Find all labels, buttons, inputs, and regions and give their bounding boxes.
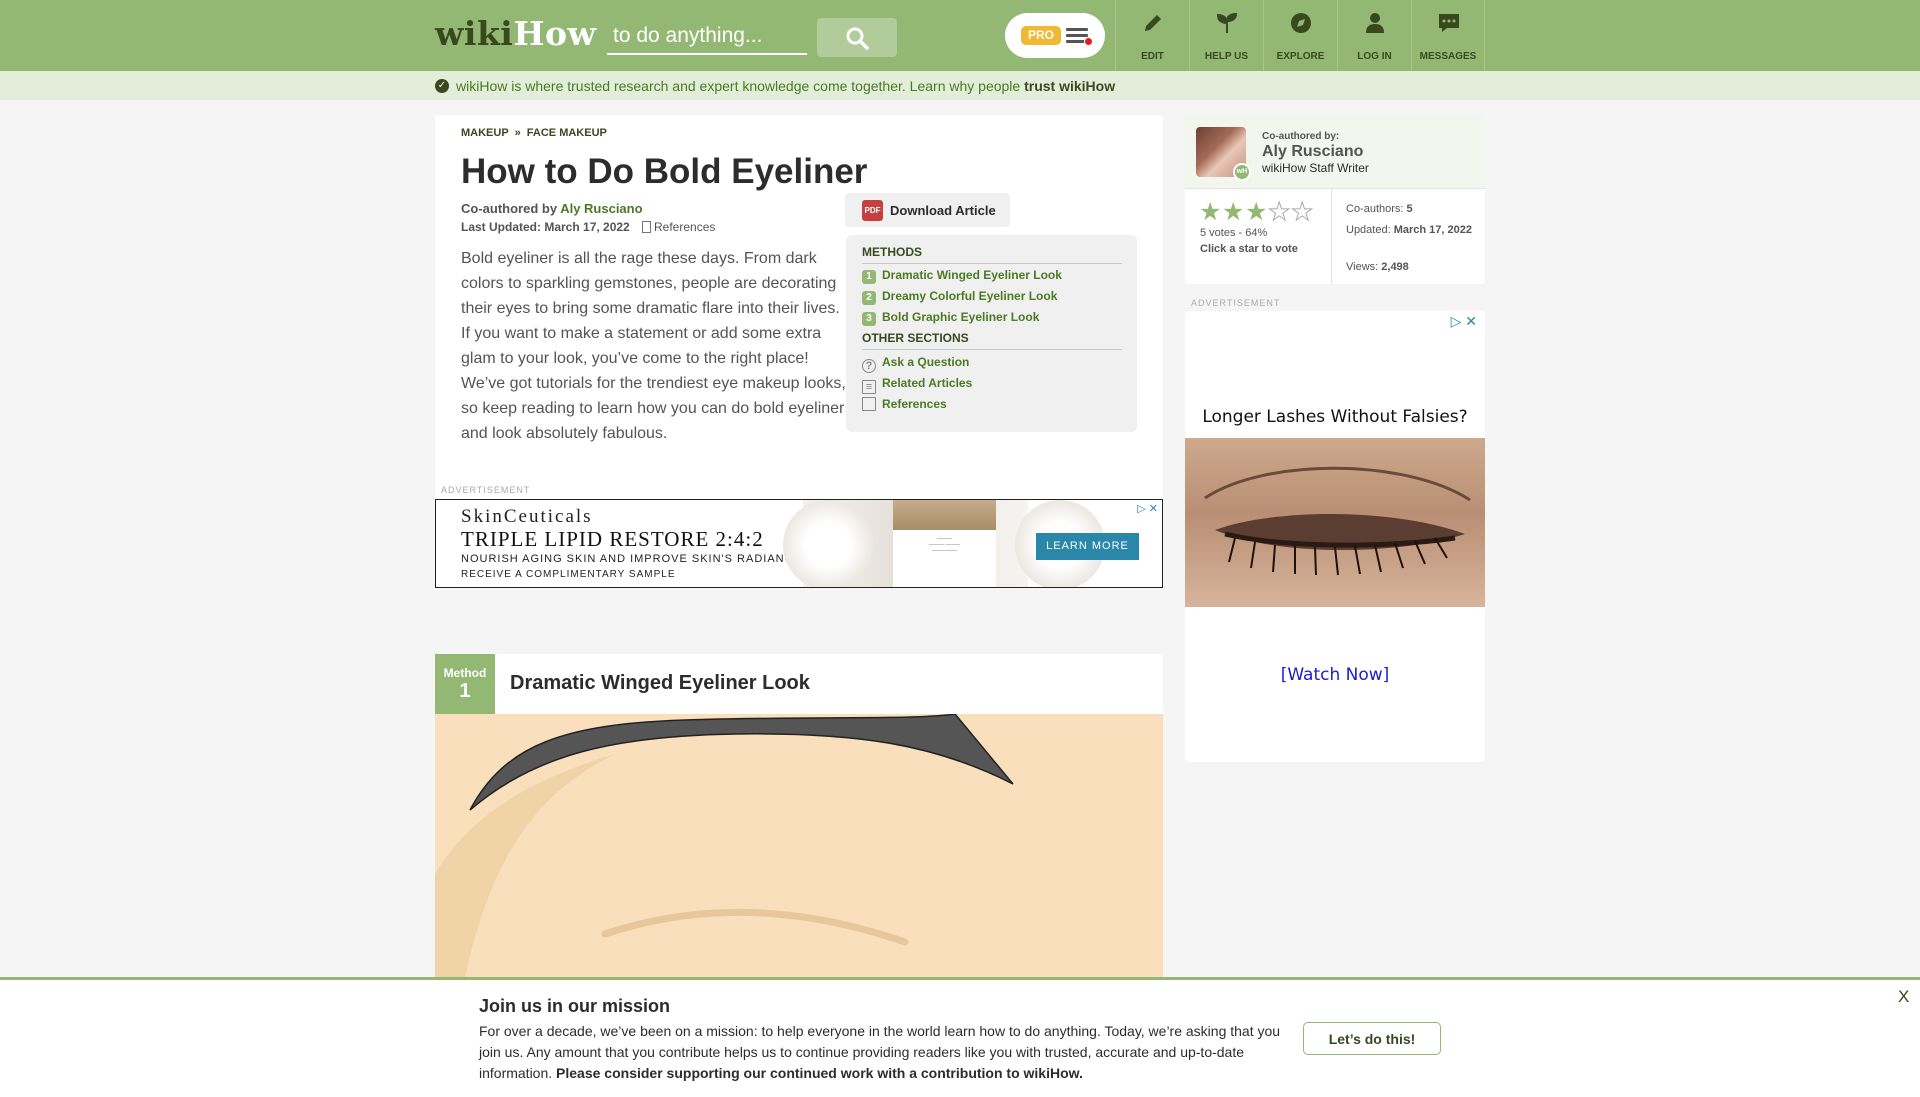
ad-subtitle: NOURISH AGING SKIN AND IMPROVE SKIN'S RA…: [461, 553, 802, 565]
nav-messages[interactable]: MESSAGES: [1411, 0, 1485, 71]
pencil-icon: [1145, 15, 1161, 31]
author-role: wikiHow Staff Writer: [1262, 161, 1369, 175]
nav-messages-label: MESSAGES: [1419, 51, 1477, 62]
toc-references[interactable]: References: [862, 397, 947, 411]
article-intro-text: Bold eyeliner is all the rage these days…: [461, 250, 846, 442]
toc-method-3[interactable]: 3 Bold Graphic Eyeliner Look: [862, 310, 1039, 326]
ad-choices-icon[interactable]: ▷ ✕: [1137, 502, 1158, 515]
method-1-header: Method 1 Dramatic Winged Eyeliner Look: [435, 654, 1163, 714]
trust-wikihow-link[interactable]: trust wikiHow: [1024, 78, 1115, 94]
breadcrumb-separator: »: [514, 127, 521, 139]
star-icon[interactable]: ★: [1222, 200, 1245, 225]
download-article-label: Download Article: [890, 203, 996, 218]
side-ad-eye-image: [1185, 438, 1485, 607]
toc-ask-question[interactable]: ? Ask a Question: [862, 355, 969, 373]
star-icon[interactable]: ★: [1268, 199, 1291, 225]
nav-log-in[interactable]: LOG IN: [1337, 0, 1411, 71]
author-link[interactable]: Aly Rusciano: [560, 201, 642, 216]
checkmark-icon: ✓: [435, 79, 449, 93]
ad-subtitle-2: RECEIVE A COMPLIMENTARY SAMPLE: [461, 569, 676, 580]
nav-edit-label: EDIT: [1141, 51, 1164, 62]
click-to-vote: Click a star to vote: [1200, 243, 1298, 255]
star-icon[interactable]: ★: [1199, 200, 1222, 225]
star-icon[interactable]: ★: [1245, 200, 1268, 225]
breadcrumb-face-makeup[interactable]: FACE MAKEUP: [527, 127, 607, 139]
notification-dot: [1084, 37, 1093, 46]
document-icon: [642, 221, 651, 233]
nav-help-us[interactable]: HELP US: [1189, 0, 1263, 71]
trust-bar: ✓ wikiHow is where trusted research and …: [0, 71, 1920, 100]
download-article-button[interactable]: PDF Download Article: [845, 193, 1010, 227]
donate-button[interactable]: Let’s do this!: [1303, 1022, 1441, 1055]
product-jar: ——— ——— ——— —————: [893, 500, 996, 587]
nav-log-in-label: LOG IN: [1357, 51, 1392, 62]
document-icon: ≡: [862, 380, 876, 394]
sprout-icon: [1216, 12, 1238, 33]
vote-count: 5 votes - 64%: [1200, 227, 1268, 239]
search-input[interactable]: [607, 19, 807, 55]
ad-brand: SkinCeuticals: [461, 506, 593, 527]
close-button[interactable]: X: [1898, 987, 1909, 1007]
table-of-contents: METHODS 1 Dramatic Winged Eyeliner Look 2…: [846, 235, 1137, 432]
learn-more-button[interactable]: LEARN MORE: [1036, 533, 1139, 560]
toc-methods-heading: METHODS: [862, 245, 1122, 264]
author-name[interactable]: Aly Rusciano: [1262, 143, 1363, 161]
question-icon: ?: [862, 359, 876, 373]
donation-banner: Join us in our mission For over a decade…: [0, 977, 1920, 1097]
banner-ad[interactable]: SkinCeuticals TRIPLE LIPID RESTORE 2:4:2…: [435, 499, 1163, 588]
page-title: How to Do Bold Eyeliner: [461, 152, 868, 191]
watch-now-link[interactable]: [Watch Now]: [1185, 665, 1485, 685]
top-header: wikiHow PRO EDIT HELP US EXPLORE LOG IN …: [0, 0, 1920, 71]
star-icon[interactable]: ★: [1291, 199, 1314, 225]
nav-explore[interactable]: EXPLORE: [1263, 0, 1337, 71]
pro-menu-button[interactable]: PRO: [1005, 13, 1105, 58]
toc-other-heading: OTHER SECTIONS: [862, 331, 1122, 350]
ad-product-image: ——— ——— ——— —————: [783, 500, 1105, 587]
chat-icon: [1439, 14, 1459, 32]
pro-badge: PRO: [1021, 26, 1061, 45]
toc-method-1[interactable]: 1 Dramatic Winged Eyeliner Look: [862, 268, 1062, 284]
ad-headline: TRIPLE LIPID RESTORE 2:4:2: [461, 527, 764, 551]
views-stat: Views: 2,498: [1346, 261, 1409, 273]
side-ad-title: Longer Lashes Without Falsies?: [1202, 407, 1468, 427]
updated-stat: Updated: March 17, 2022: [1346, 224, 1472, 236]
method-title: Dramatic Winged Eyeliner Look: [510, 672, 810, 694]
eyeliner-illustration: [435, 714, 1014, 978]
method-step-image: [435, 714, 1163, 978]
advertisement-label: ADVERTISEMENT: [1191, 298, 1281, 308]
donation-title: Join us in our mission: [479, 996, 671, 1016]
last-updated: Last Updated: March 17, 2022: [461, 220, 630, 234]
user-icon: [1366, 13, 1384, 33]
compass-icon: [1291, 13, 1311, 33]
search-icon: [846, 27, 869, 50]
coauthors-stat: Co-authors: 5: [1346, 203, 1413, 215]
wikihow-logo[interactable]: wikiHow: [435, 14, 596, 53]
ad-choices-icon[interactable]: ▷ ✕: [1451, 313, 1477, 330]
nav-help-us-label: HELP US: [1204, 51, 1249, 62]
wikihow-badge-icon: wH: [1233, 163, 1251, 181]
method-number-tag: Method 1: [435, 654, 495, 714]
nav-edit[interactable]: EDIT: [1115, 0, 1189, 71]
avatar[interactable]: wH: [1196, 127, 1251, 181]
coauthor-line: Co-authored by Aly Rusciano: [461, 201, 643, 216]
bookmark-icon: [862, 397, 876, 411]
breadcrumb-makeup[interactable]: MAKEUP: [461, 127, 509, 139]
coauthored-by-label: Co-authored by:: [1262, 131, 1340, 142]
advertisement-label: ADVERTISEMENT: [441, 485, 531, 495]
breadcrumb: MAKEUP » FACE MAKEUP: [461, 127, 607, 139]
sidebar-ad[interactable]: ▷ ✕ Longer Lashes Without Falsies? [Watc…: [1185, 311, 1485, 762]
nav-explore-label: EXPLORE: [1276, 51, 1325, 62]
author-card: wH Co-authored by: Aly Rusciano wikiHow …: [1185, 115, 1485, 284]
cream-swatch: [783, 500, 873, 587]
star-rating: ★ ★ ★ ★ ★: [1199, 199, 1314, 225]
toc-method-2[interactable]: 2 Dreamy Colorful Eyeliner Look: [862, 289, 1057, 305]
search-button[interactable]: [817, 18, 897, 57]
pdf-icon: PDF: [862, 200, 883, 221]
header-nav: EDIT HELP US EXPLORE LOG IN MESSAGES: [1115, 0, 1485, 71]
toc-related-articles[interactable]: ≡ Related Articles: [862, 376, 972, 394]
references-link[interactable]: References: [642, 220, 715, 234]
trust-text: wikiHow is where trusted research and ex…: [456, 78, 1116, 94]
donation-text: For over a decade, we’ve been on a missi…: [479, 1023, 1281, 1081]
